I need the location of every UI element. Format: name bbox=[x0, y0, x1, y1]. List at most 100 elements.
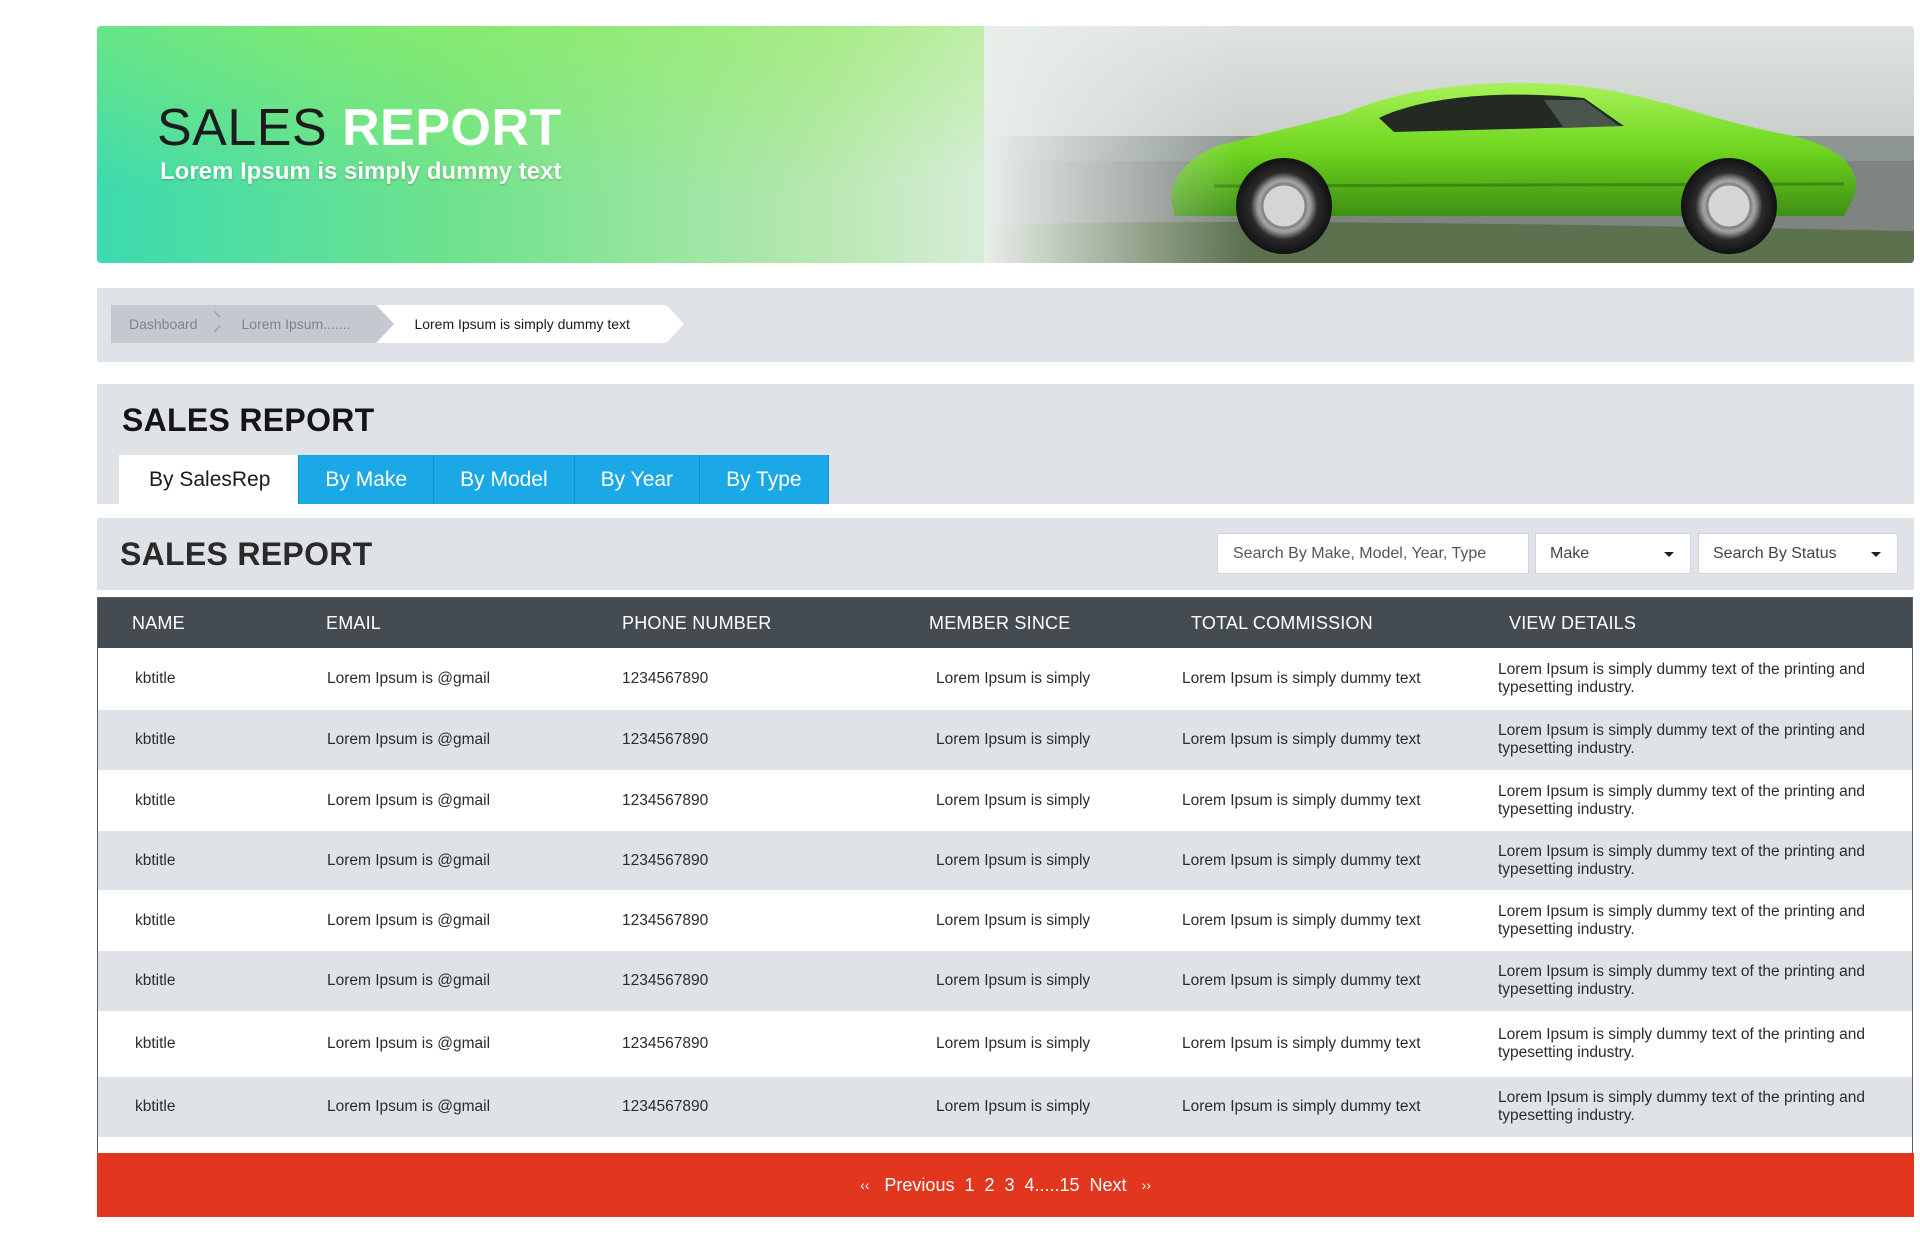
column-header-view-details[interactable]: VIEW DETAILS bbox=[1475, 598, 1912, 648]
table-row[interactable]: kbtitle Lorem Ipsum is @gmail 1234567890 Lo… bbox=[98, 770, 1912, 831]
cell-total-commission: Lorem Ipsum is simply dummy text bbox=[1182, 791, 1421, 809]
page-link-range[interactable]: 4.....15 bbox=[1025, 1175, 1080, 1196]
report-tabs: By SalesRep By Make By Model By Year By … bbox=[119, 455, 829, 504]
double-chevron-right-icon[interactable]: ›› bbox=[1142, 1177, 1151, 1193]
cell-name: kbtitle bbox=[135, 911, 176, 929]
table-row[interactable]: kbtitle Lorem Ipsum is @gmail 1234567890 Lo… bbox=[98, 831, 1912, 890]
table-row[interactable]: kbtitle Lorem Ipsum is @gmail 1234567890 Lo… bbox=[98, 1077, 1912, 1137]
cell-phone: 1234567890 bbox=[622, 851, 709, 869]
hero-subtitle: Lorem Ipsum is simply dummy text bbox=[160, 158, 562, 185]
report-tabs-panel: SALES REPORT By SalesRep By Make By Mode… bbox=[97, 384, 1914, 504]
table-row[interactable]: kbtitle Lorem Ipsum is @gmail 1234567890 Lo… bbox=[98, 1011, 1912, 1077]
filter-bar: SALES REPORT Make Search By Status bbox=[97, 518, 1914, 590]
cell-view-details[interactable]: Lorem Ipsum is simply dummy text of the … bbox=[1475, 1011, 1912, 1077]
cell-phone: 1234567890 bbox=[622, 972, 709, 989]
column-header-total-commission[interactable]: TOTAL COMMISSION bbox=[1157, 598, 1475, 648]
cell-email: Lorem Ipsum is @gmail bbox=[327, 791, 491, 809]
cell-email: Lorem Ipsum is @gmail bbox=[327, 1035, 491, 1052]
breadcrumb-item-section[interactable]: Lorem Ipsum....... bbox=[219, 305, 395, 343]
table-row[interactable]: kbtitle Lorem Ipsum is @gmail 1234567890 Lo… bbox=[98, 710, 1912, 770]
previous-page-link[interactable]: Previous bbox=[884, 1175, 954, 1196]
cell-total-commission: Lorem Ipsum is simply dummy text bbox=[1182, 972, 1421, 989]
table-row[interactable]: kbtitle Lorem Ipsum is @gmail 1234567890 Lo… bbox=[98, 890, 1912, 951]
cell-member-since: Lorem Ipsum is simply bbox=[936, 972, 1091, 989]
search-input[interactable] bbox=[1217, 533, 1529, 574]
page-link-1[interactable]: 1 bbox=[964, 1175, 974, 1196]
cell-email: Lorem Ipsum is @gmail bbox=[327, 1098, 491, 1115]
cell-member-since: Lorem Ipsum is simply bbox=[936, 1098, 1091, 1115]
make-select-value: Make bbox=[1550, 545, 1590, 562]
tab-by-type[interactable]: By Type bbox=[700, 455, 829, 504]
cell-view-details[interactable]: Lorem Ipsum is simply dummy text of the … bbox=[1475, 770, 1912, 831]
cell-name: kbtitle bbox=[135, 791, 176, 809]
table-row[interactable]: kbtitle Lorem Ipsum is @gmail 1234567890 Lo… bbox=[98, 951, 1912, 1011]
cell-name: kbtitle bbox=[135, 972, 176, 989]
chevron-down-icon bbox=[1664, 552, 1674, 557]
status-select[interactable]: Search By Status bbox=[1698, 533, 1898, 574]
cell-name: kbtitle bbox=[135, 1035, 176, 1052]
cell-phone: 1234567890 bbox=[622, 731, 709, 748]
cell-total-commission: Lorem Ipsum is simply dummy text bbox=[1182, 851, 1421, 869]
report-title: SALES REPORT bbox=[120, 536, 373, 572]
cell-total-commission: Lorem Ipsum is simply dummy text bbox=[1182, 731, 1421, 748]
breadcrumb: Dashboard Lorem Ipsum....... Lorem Ipsum… bbox=[111, 305, 684, 343]
cell-phone: 1234567890 bbox=[622, 791, 709, 809]
tab-by-year[interactable]: By Year bbox=[574, 455, 701, 504]
double-chevron-left-icon[interactable]: ‹‹ bbox=[860, 1177, 869, 1193]
page-link-3[interactable]: 3 bbox=[1004, 1175, 1014, 1196]
breadcrumb-item-current: Lorem Ipsum is simply dummy text bbox=[376, 305, 684, 343]
cell-email: Lorem Ipsum is @gmail bbox=[327, 851, 491, 869]
cell-view-details[interactable]: Lorem Ipsum is simply dummy text of the … bbox=[1475, 710, 1912, 770]
column-header-phone[interactable]: PHONE NUMBER bbox=[588, 598, 895, 648]
cell-member-since: Lorem Ipsum is simply bbox=[936, 851, 1091, 869]
cell-total-commission: Lorem Ipsum is simply dummy text bbox=[1182, 1035, 1421, 1052]
column-header-name[interactable]: NAME bbox=[98, 598, 292, 648]
cell-email: Lorem Ipsum is @gmail bbox=[327, 911, 491, 929]
table-row[interactable]: kbtitle Lorem Ipsum is @gmail 1234567890 Lo… bbox=[98, 648, 1912, 710]
cell-member-since: Lorem Ipsum is simply bbox=[936, 911, 1091, 929]
next-page-link[interactable]: Next bbox=[1090, 1175, 1127, 1196]
cell-view-details[interactable]: Lorem Ipsum is simply dummy text of the … bbox=[1475, 890, 1912, 951]
cell-total-commission: Lorem Ipsum is simply dummy text bbox=[1182, 911, 1421, 929]
make-select[interactable]: Make bbox=[1535, 533, 1691, 574]
cell-phone: 1234567890 bbox=[622, 670, 709, 687]
table-header-row: NAME EMAIL PHONE NUMBER MEMBER SINCE TOT… bbox=[98, 598, 1912, 648]
cell-view-details[interactable]: Lorem Ipsum is simply dummy text of the … bbox=[1475, 1077, 1912, 1137]
hero-title: SALES REPORT bbox=[157, 98, 562, 158]
pagination: ‹‹ Previous 1 2 3 4.....15 Next ›› bbox=[97, 1153, 1914, 1217]
sales-table-container: NAME EMAIL PHONE NUMBER MEMBER SINCE TOT… bbox=[97, 597, 1913, 1217]
column-header-member-since[interactable]: MEMBER SINCE bbox=[895, 598, 1157, 648]
cell-member-since: Lorem Ipsum is simply bbox=[936, 1035, 1091, 1052]
cell-total-commission: Lorem Ipsum is simply dummy text bbox=[1182, 670, 1421, 687]
chevron-down-icon bbox=[1871, 552, 1881, 557]
cell-name: kbtitle bbox=[135, 851, 176, 869]
cell-view-details[interactable]: Lorem Ipsum is simply dummy text of the … bbox=[1475, 648, 1912, 710]
sales-table: NAME EMAIL PHONE NUMBER MEMBER SINCE TOT… bbox=[98, 598, 1912, 1137]
section-title: SALES REPORT bbox=[122, 402, 375, 438]
status-select-value: Search By Status bbox=[1713, 545, 1837, 562]
cell-view-details[interactable]: Lorem Ipsum is simply dummy text of the … bbox=[1475, 831, 1912, 890]
hero-title-bold: REPORT bbox=[342, 99, 562, 157]
breadcrumb-item-dashboard[interactable]: Dashboard bbox=[111, 305, 220, 343]
cell-phone: 1234567890 bbox=[622, 1035, 709, 1052]
cell-name: kbtitle bbox=[135, 1098, 176, 1115]
cell-email: Lorem Ipsum is @gmail bbox=[327, 670, 491, 687]
cell-phone: 1234567890 bbox=[622, 1098, 709, 1115]
column-header-email[interactable]: EMAIL bbox=[292, 598, 588, 648]
hero-title-light: SALES bbox=[157, 99, 343, 157]
page-link-2[interactable]: 2 bbox=[984, 1175, 994, 1196]
cell-member-since: Lorem Ipsum is simply bbox=[936, 731, 1091, 748]
cell-member-since: Lorem Ipsum is simply bbox=[936, 791, 1091, 809]
tab-by-salesrep[interactable]: By SalesRep bbox=[119, 455, 300, 504]
cell-total-commission: Lorem Ipsum is simply dummy text bbox=[1182, 1098, 1421, 1115]
tab-by-model[interactable]: By Model bbox=[434, 455, 575, 504]
cell-member-since: Lorem Ipsum is simply bbox=[936, 670, 1091, 687]
tab-by-make[interactable]: By Make bbox=[299, 455, 435, 504]
cell-phone: 1234567890 bbox=[622, 911, 709, 929]
cell-email: Lorem Ipsum is @gmail bbox=[327, 972, 491, 989]
breadcrumb-bar: Dashboard Lorem Ipsum....... Lorem Ipsum… bbox=[97, 288, 1914, 362]
green-sports-car-image bbox=[984, 26, 1914, 263]
hero-banner: SALES REPORT Lorem Ipsum is simply dummy… bbox=[97, 26, 1914, 263]
cell-view-details[interactable]: Lorem Ipsum is simply dummy text of the … bbox=[1475, 951, 1912, 1011]
table-body: kbtitle Lorem Ipsum is @gmail 1234567890 Lo… bbox=[98, 648, 1912, 1137]
